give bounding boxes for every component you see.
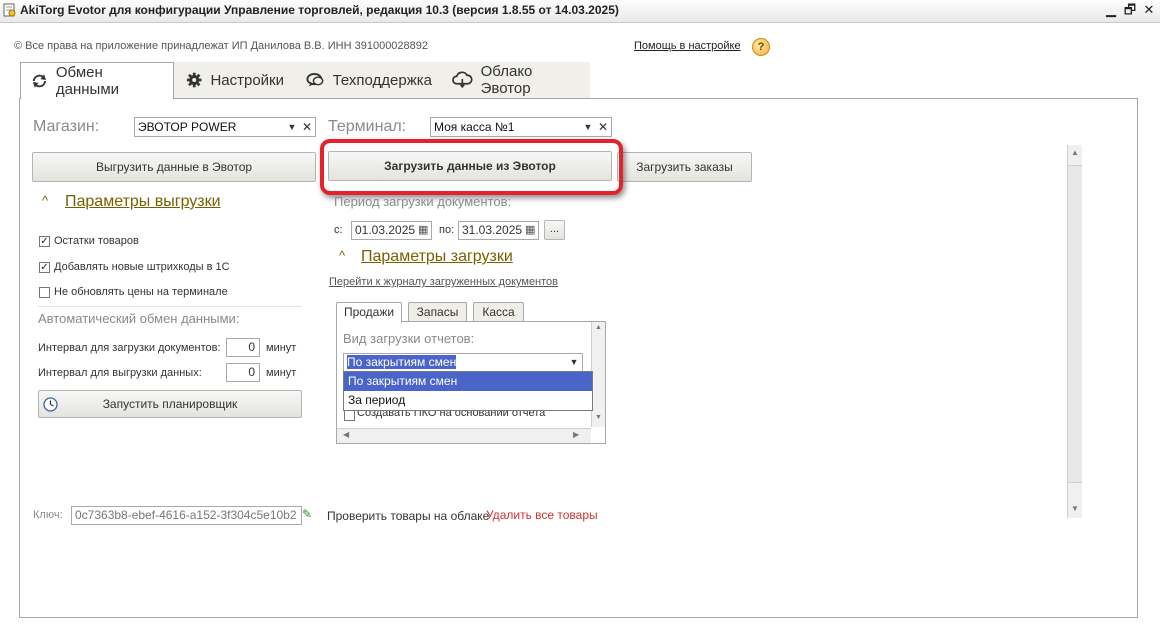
interval-download-label: Интервал для загрузки документов:	[38, 342, 221, 354]
highlight-frame	[320, 139, 623, 195]
scroll-up-icon[interactable]: ▲	[1068, 145, 1082, 161]
tab-cloud[interactable]: Облако Эвотор	[442, 62, 590, 98]
key-input[interactable]: 0c7363b8-ebef-4616-a152-3f304c5e10b2	[71, 506, 302, 525]
minutes-label: минут	[266, 342, 297, 354]
to-label: по:	[439, 224, 455, 236]
store-label: Магазин:	[33, 118, 100, 135]
scroll-thumb[interactable]	[1068, 165, 1082, 483]
scroll-down-icon[interactable]: ▼	[592, 414, 605, 421]
checkbox-no-price-update[interactable]	[39, 287, 50, 298]
import-params-title[interactable]: Параметры загрузки	[361, 248, 513, 266]
subtab-sales[interactable]: Продажи	[336, 302, 402, 323]
terminal-value: Моя касса №1	[434, 120, 515, 134]
inner-vscrollbar[interactable]: ▲ ▼	[591, 322, 605, 427]
scroll-down-icon[interactable]: ▼	[1068, 501, 1082, 517]
sync-icon	[32, 74, 47, 88]
scheduler-button[interactable]: Запустить планировщик	[38, 390, 302, 418]
subtab-stock[interactable]: Запасы	[408, 302, 467, 322]
app-icon	[3, 3, 16, 17]
chevron-down-icon[interactable]: ▼	[581, 118, 595, 136]
cloud-icon	[452, 71, 473, 88]
dropdown-option[interactable]: За период	[344, 391, 592, 410]
clear-icon[interactable]: ✕	[596, 118, 610, 136]
checkbox-barcodes[interactable]: ✓	[39, 262, 50, 273]
main-scrollbar[interactable]: ▲ ▼	[1067, 145, 1082, 518]
chevron-down-icon[interactable]: ▼	[285, 118, 299, 136]
edit-icon[interactable]: ✎	[302, 507, 312, 521]
inner-hscrollbar[interactable]: ◀ ▶	[337, 428, 591, 443]
checkbox-no-price-label: Не обновлять цены на терминале	[54, 286, 228, 298]
copyright-text: © Все права на приложение принадлежат ИП…	[14, 40, 429, 52]
journal-link[interactable]: Перейти к журналу загруженных документов	[329, 276, 558, 288]
store-value: ЭВОТОР POWER	[138, 120, 237, 134]
date-to-value: 31.03.2025	[462, 223, 523, 237]
period-select-button[interactable]: ...	[544, 220, 565, 240]
restore-button[interactable]: 🗗	[1122, 3, 1138, 17]
tab-label: Настройки	[210, 71, 284, 89]
close-button[interactable]: ✕	[1141, 3, 1157, 17]
load-orders-button[interactable]: Загрузить заказы	[617, 152, 752, 182]
checkbox-stock[interactable]: ✓	[39, 236, 50, 247]
upload-button[interactable]: Выгрузить данные в Эвотор	[32, 152, 316, 182]
report-type-value: По закрытиям смен	[347, 355, 457, 369]
title-bar: AkiTorg Evotor для конфигурации Управлен…	[0, 0, 1160, 23]
minutes-label: минут	[266, 367, 297, 379]
chevron-down-icon[interactable]: ▼	[567, 353, 581, 371]
collapse-icon[interactable]: ^	[42, 193, 48, 208]
scroll-right-icon[interactable]: ▶	[573, 430, 579, 439]
window-title: AkiTorg Evotor для конфигурации Управлен…	[20, 3, 619, 17]
collapse-icon[interactable]: ^	[339, 248, 345, 263]
tab-label: Облако Эвотор	[480, 63, 533, 97]
tab-exchange[interactable]: Обмен данными	[20, 62, 174, 99]
date-from-value: 01.03.2025	[355, 223, 416, 237]
export-params-title[interactable]: Параметры выгрузки	[65, 193, 221, 211]
tab-label: Обмен данными	[55, 64, 120, 98]
help-link[interactable]: Помощь в настройке	[634, 40, 741, 52]
auto-exchange-title: Автоматический обмен данными:	[38, 311, 240, 326]
help-icon[interactable]: ?	[752, 38, 770, 56]
report-type-label: Вид загрузки отчетов:	[343, 331, 475, 346]
scroll-left-icon[interactable]: ◀	[343, 430, 349, 439]
checkbox-pko[interactable]	[344, 410, 355, 421]
scroll-up-icon[interactable]: ▲	[592, 324, 605, 331]
report-type-dropdown[interactable]: По закрытиям смен За период	[343, 371, 593, 411]
gear-icon	[186, 72, 202, 88]
dropdown-option[interactable]: По закрытиям смен	[344, 372, 592, 391]
key-label: Ключ:	[33, 509, 63, 521]
tab-settings[interactable]: Настройки	[176, 62, 294, 98]
period-label: Период загрузки документов:	[334, 194, 512, 209]
scheduler-label: Запустить планировщик	[102, 397, 238, 411]
calendar-icon[interactable]: ▦	[525, 223, 535, 236]
interval-download-input[interactable]: 0	[226, 338, 260, 357]
terminal-label: Терминал:	[328, 118, 407, 135]
calendar-icon[interactable]: ▦	[418, 223, 428, 236]
checkbox-stock-label: Остатки товаров	[54, 235, 139, 247]
minimize-button[interactable]: ▁	[1103, 3, 1119, 17]
from-label: с:	[334, 224, 343, 236]
tab-support[interactable]: Техподдержка	[296, 62, 442, 98]
chat-icon	[306, 73, 324, 87]
key-value: 0c7363b8-ebef-4616-a152-3f304c5e10b2	[75, 508, 297, 522]
subtab-cash[interactable]: Касса	[473, 302, 524, 322]
clock-icon	[43, 397, 58, 412]
check-cloud-link[interactable]: Проверить товары на облаке	[327, 509, 489, 523]
delete-all-link[interactable]: Удалить все товары	[486, 508, 598, 522]
report-type-select[interactable]: По закрытиям смен	[343, 353, 583, 372]
divider	[38, 306, 302, 307]
clear-icon[interactable]: ✕	[300, 118, 314, 136]
interval-upload-label: Интервал для выгрузки данных:	[38, 367, 202, 379]
interval-upload-input[interactable]: 0	[226, 363, 260, 382]
tab-label: Техподдержка	[332, 71, 432, 89]
checkbox-barcodes-label: Добавлять новые штрихкоды в 1С	[54, 261, 230, 273]
